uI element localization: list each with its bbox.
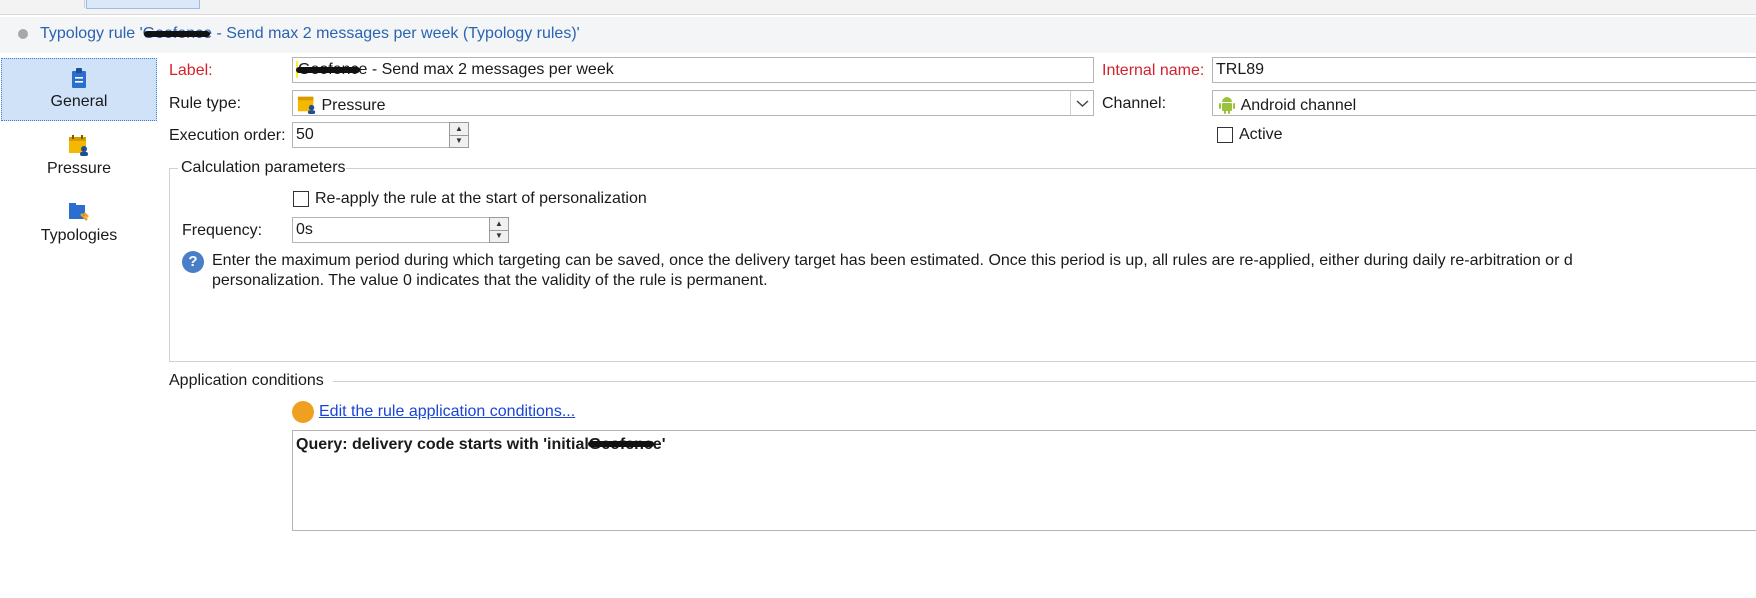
active-label: Active	[1239, 126, 1283, 143]
execution-order-caption: Execution order:	[169, 127, 286, 144]
channel-caption: Channel:	[1102, 95, 1167, 112]
rule-type-value: Pressure	[321, 97, 386, 114]
calculation-legend: Calculation parameters	[181, 159, 346, 176]
dropdown-button[interactable]	[1070, 91, 1094, 115]
channel-value: Android channel	[1240, 97, 1357, 114]
frequency-field[interactable]: 0s	[292, 217, 490, 243]
rule-type-select[interactable]: Pressure	[292, 90, 1094, 116]
group-border	[170, 168, 178, 169]
calendar-user-icon	[297, 96, 316, 114]
nav-label: Typologies	[40, 227, 118, 244]
frequency-stepper[interactable]: ▲ ▼	[489, 217, 509, 243]
help-text-line2: personalization. The value 0 indicates t…	[212, 272, 768, 289]
help-text-line1: Enter the maximum period during which ta…	[212, 252, 1573, 269]
clipboard-icon	[72, 68, 86, 88]
active-checkbox[interactable]	[1217, 127, 1233, 143]
tab-strip	[0, 0, 1756, 15]
redaction-mark	[588, 441, 654, 447]
nav-item-typologies[interactable]: Typologies	[1, 193, 157, 253]
nav-label: General	[50, 93, 108, 110]
folder-rule-icon	[69, 203, 89, 221]
calendar-user-icon	[69, 135, 88, 156]
application-legend: Application conditions	[169, 372, 324, 389]
group-border	[333, 381, 1756, 382]
reapply-label: Re-apply the rule at the start of person…	[315, 190, 647, 207]
execution-order-field[interactable]: 50	[292, 122, 450, 148]
frequency-caption: Frequency:	[182, 222, 263, 239]
status-dot-icon	[18, 29, 28, 39]
execution-order-stepper[interactable]: ▲ ▼	[449, 122, 469, 148]
channel-field[interactable]: Android channel	[1212, 90, 1756, 116]
chevron-down-icon	[1076, 100, 1089, 107]
redaction-mark	[296, 67, 360, 73]
query-preview: Query: delivery code starts with 'initia…	[292, 430, 1756, 531]
help-icon: ?	[182, 251, 204, 273]
conditions-status-icon	[292, 401, 314, 423]
tab-previous[interactable]	[0, 0, 85, 8]
internal-name-field[interactable]: TRL89	[1212, 57, 1756, 83]
nav-item-pressure[interactable]: Pressure	[1, 126, 157, 186]
tab-active[interactable]	[86, 0, 200, 9]
group-border	[169, 168, 170, 362]
stepper-down-icon[interactable]: ▼	[450, 135, 468, 147]
group-border	[169, 361, 1756, 362]
android-icon	[1219, 97, 1235, 114]
reapply-checkbox[interactable]	[293, 191, 309, 207]
redaction-mark	[144, 31, 210, 37]
label-field[interactable]: ​Geofence - Send max 2 messages per week	[292, 57, 1094, 83]
nav-label: Pressure	[46, 160, 112, 177]
rule-type-caption: Rule type:	[169, 95, 242, 112]
page-title: Typology rule 'Geofence - Send max 2 mes…	[40, 25, 580, 42]
edit-conditions-link[interactable]: Edit the rule application conditions...	[319, 403, 575, 421]
title-bar: Typology rule 'Geofence - Send max 2 mes…	[0, 17, 1756, 53]
internal-name-caption: Internal name:	[1102, 62, 1205, 79]
stepper-down-icon[interactable]: ▼	[490, 230, 508, 242]
nav-item-general[interactable]: General	[1, 58, 157, 121]
label-caption: Label:	[169, 62, 213, 79]
group-border	[346, 168, 1756, 169]
